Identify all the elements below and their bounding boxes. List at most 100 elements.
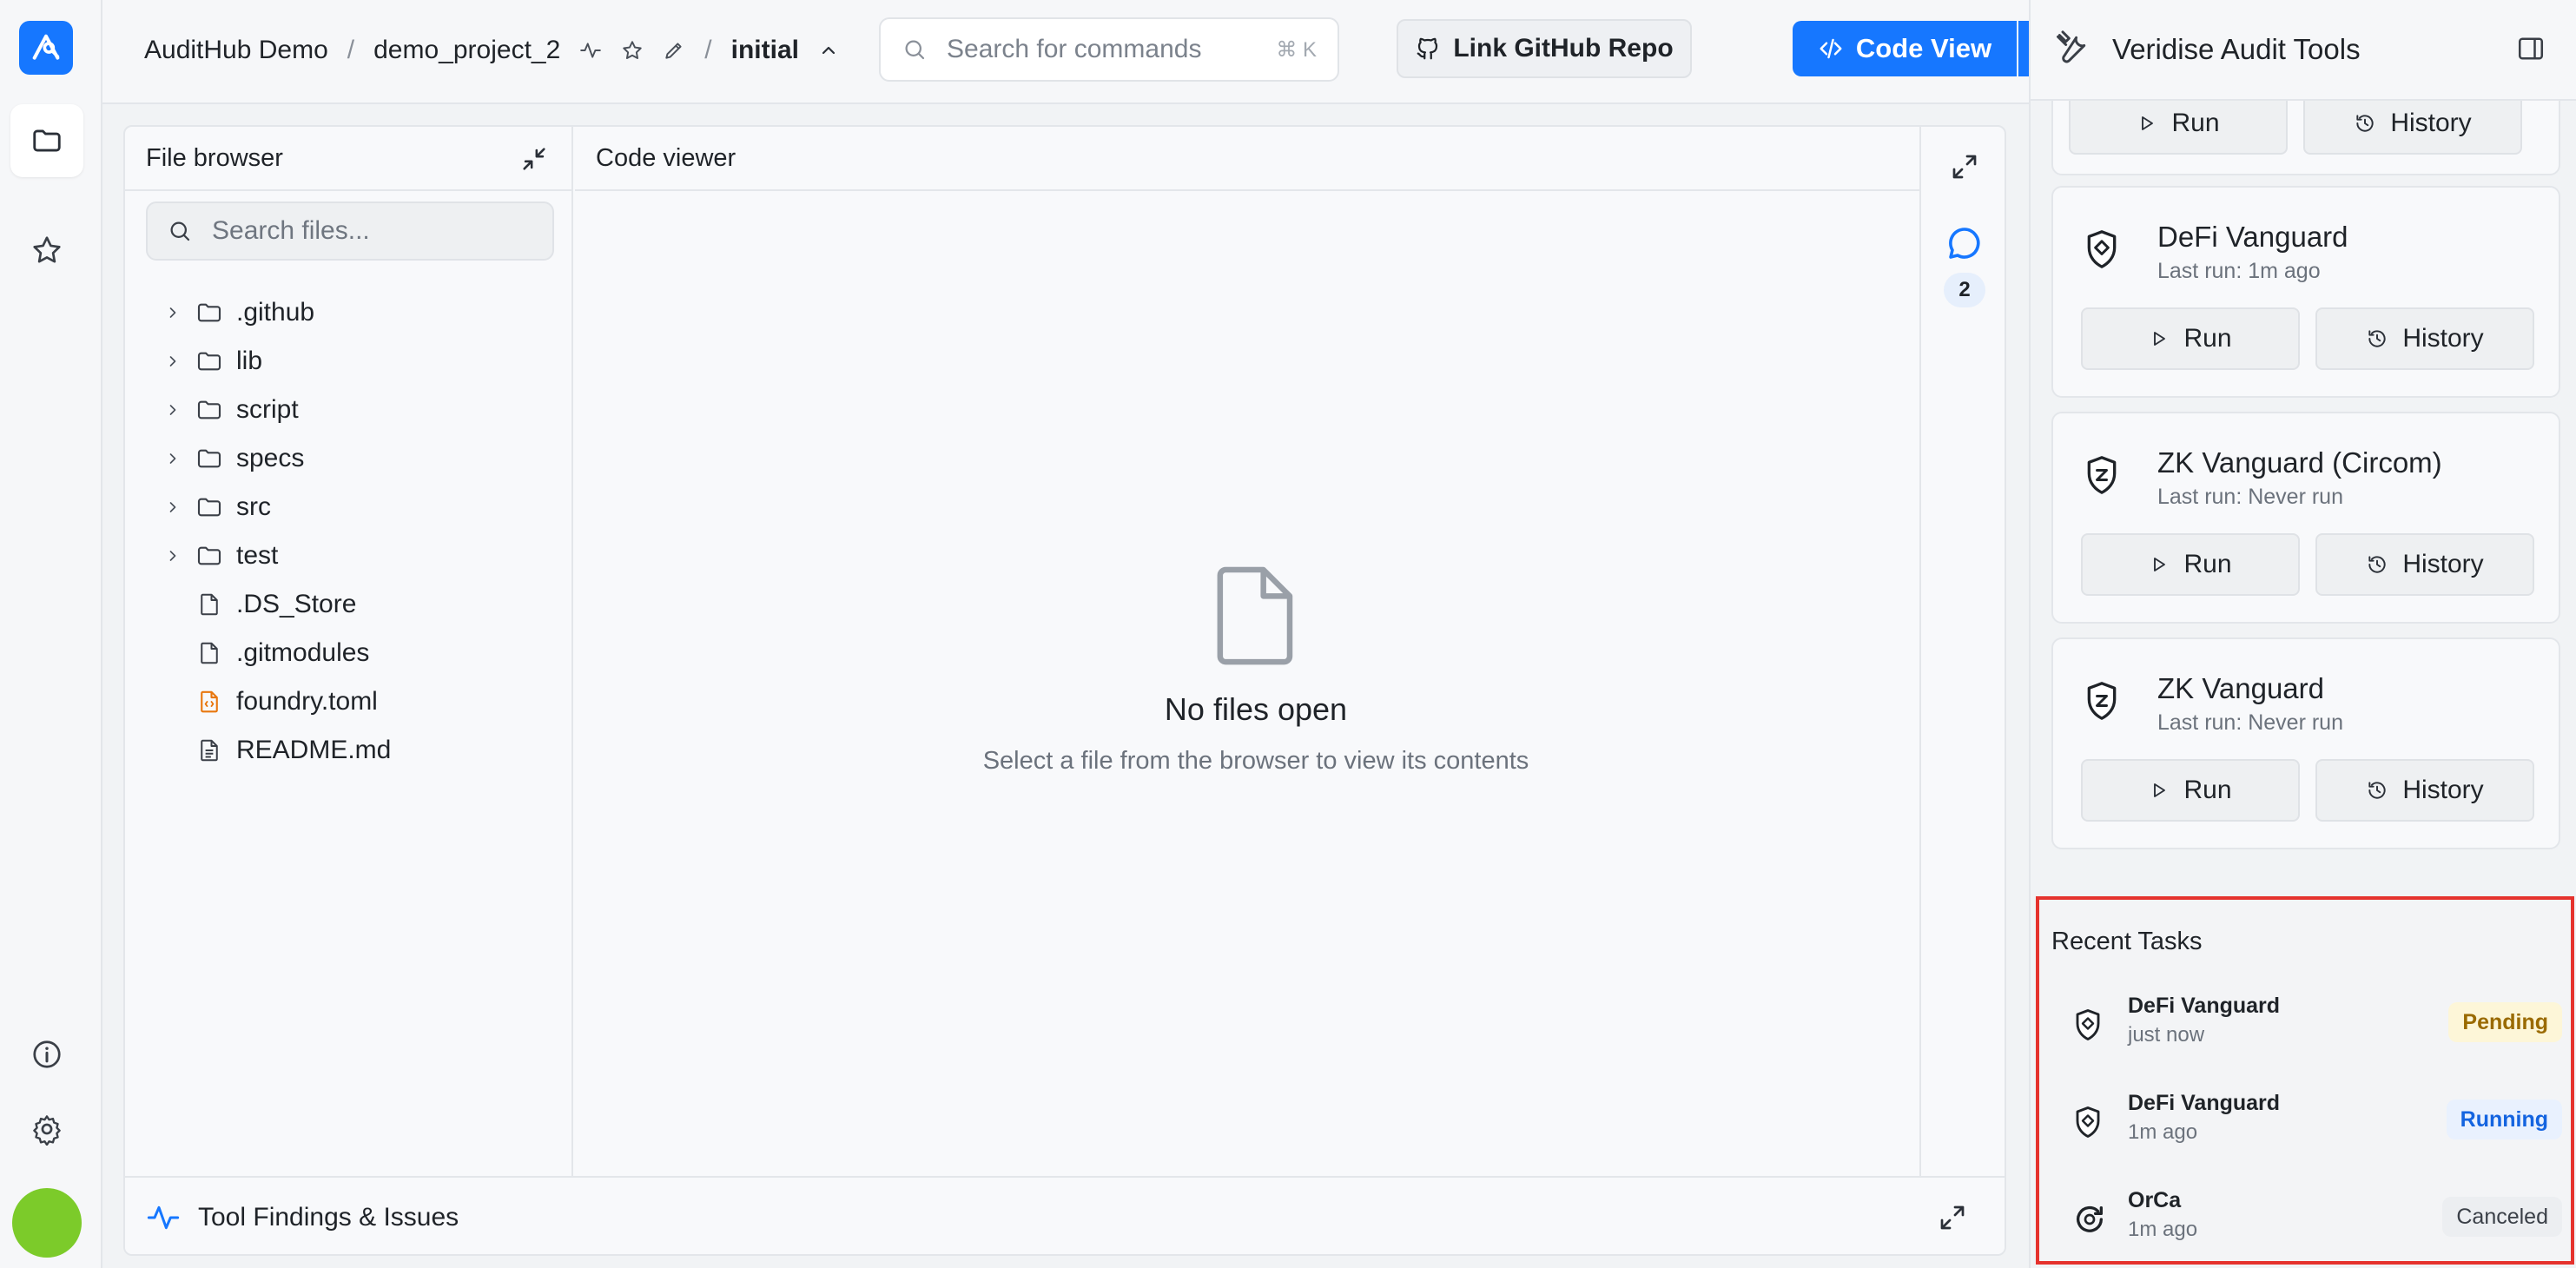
breadcrumb-org[interactable]: AuditHub Demo [144, 36, 328, 65]
chevron-right-icon[interactable] [160, 499, 186, 516]
chevron-right-icon[interactable] [160, 401, 186, 419]
task-time: just now [2128, 1023, 2205, 1047]
tree-item-folder[interactable]: lib [125, 337, 573, 386]
chevron-up-icon[interactable] [818, 40, 839, 61]
history-icon [2356, 115, 2374, 132]
history-icon [2368, 556, 2386, 573]
tree-item-file[interactable]: foundry.toml [125, 677, 573, 726]
run-label: Run [2171, 109, 2220, 137]
run-button[interactable]: Run [2081, 307, 2300, 370]
tree-item-folder[interactable]: test [125, 532, 573, 580]
tool-name: DeFi Vanguard [2157, 221, 2348, 253]
shield-icon [2083, 679, 2121, 723]
breadcrumb-separator: / [347, 36, 355, 64]
tool-card-zk-vanguard-circom: ZK Vanguard (Circom) Last run: Never run… [2051, 412, 2560, 624]
history-label: History [2402, 324, 2484, 353]
star-icon[interactable] [621, 39, 644, 62]
folder-icon [195, 445, 224, 472]
search-icon [905, 40, 925, 60]
code-viewer-title: Code viewer [596, 143, 736, 172]
tree-item-folder[interactable]: specs [125, 434, 573, 483]
link-github-button[interactable]: Link GitHub Repo [1397, 19, 1692, 78]
user-avatar[interactable] [12, 1188, 82, 1258]
tools-icon [2053, 30, 2091, 69]
play-icon [2154, 332, 2166, 346]
tree-item-file[interactable]: .gitmodules [125, 629, 573, 677]
history-button[interactable]: History [2315, 533, 2534, 596]
expand-icon[interactable] [1949, 151, 1980, 182]
tree-item-file[interactable]: README.md [125, 726, 573, 775]
run-button[interactable]: Run [2081, 759, 2300, 822]
nav-files-button[interactable] [10, 104, 83, 177]
nav-settings-button[interactable] [10, 1093, 83, 1166]
search-icon [170, 221, 190, 241]
breadcrumb: AuditHub Demo / demo_project_2 / initial [144, 30, 839, 71]
task-item[interactable]: OrCa 1m ago Canceled [2051, 1169, 2566, 1266]
config-file-icon [195, 689, 224, 715]
run-button[interactable]: Run [2081, 533, 2300, 596]
folder-icon [195, 542, 224, 570]
expand-icon[interactable] [1937, 1202, 1968, 1233]
task-name: DeFi Vanguard [2128, 994, 2281, 1018]
code-view-button[interactable]: Code View [1793, 21, 2017, 76]
workspace: File browser Search files... .github lib… [123, 125, 2006, 1256]
tool-last-run: Last run: 1m ago [2157, 259, 2321, 283]
link-github-label: Link GitHub Repo [1453, 34, 1674, 63]
history-button[interactable]: History [2303, 92, 2522, 155]
file-search-placeholder: Search files... [212, 216, 370, 245]
run-label: Run [2183, 550, 2232, 578]
activity-icon[interactable] [579, 39, 602, 62]
chevron-right-icon[interactable] [160, 547, 186, 565]
chevron-right-icon[interactable] [160, 450, 186, 467]
gear-icon [33, 1115, 61, 1146]
history-button[interactable]: History [2315, 307, 2534, 370]
shortcut-hint: ⌘ K [1276, 37, 1317, 62]
breadcrumb-version[interactable]: initial [731, 36, 799, 65]
findings-bar[interactable]: Tool Findings & Issues [125, 1176, 2005, 1254]
file-browser-title: File browser [146, 143, 283, 172]
edit-pencil-icon[interactable] [663, 39, 685, 62]
task-item[interactable]: DeFi Vanguard just now Pending [2051, 974, 2566, 1072]
shield-icon [2083, 453, 2121, 497]
comment-icon[interactable] [1944, 222, 1985, 264]
chevron-right-icon[interactable] [160, 353, 186, 370]
nav-favorites-button[interactable] [10, 214, 83, 287]
folder-icon [33, 129, 61, 152]
tree-item-file[interactable]: .DS_Store [125, 580, 573, 629]
tree-item-folder[interactable]: script [125, 386, 573, 434]
history-button[interactable]: History [2315, 759, 2534, 822]
tree-item-label: .gitmodules [236, 638, 370, 667]
collapse-icon[interactable] [519, 144, 549, 174]
app-logo[interactable] [19, 21, 73, 75]
github-icon [1417, 37, 1438, 60]
file-icon [195, 591, 224, 617]
tree-item-label: .github [236, 298, 315, 327]
code-icon [1820, 38, 1842, 59]
comment-count-badge: 2 [1944, 273, 1985, 307]
file-search-input[interactable]: Search files... [146, 201, 554, 261]
folder-icon [195, 347, 224, 375]
code-viewer-header: Code viewer [575, 127, 1919, 191]
task-item[interactable]: DeFi Vanguard 1m ago Running [2051, 1072, 2566, 1169]
tree-item-folder[interactable]: .github [125, 288, 573, 337]
sidebar-toggle-icon[interactable] [2515, 33, 2546, 64]
tree-item-folder[interactable]: src [125, 483, 573, 532]
run-button[interactable]: Run [2069, 92, 2288, 155]
command-search[interactable]: Search for commands ⌘ K [879, 17, 1339, 82]
logo-icon [32, 34, 60, 60]
tree-item-label: foundry.toml [236, 687, 378, 716]
tool-card-zk-vanguard: ZK Vanguard Last run: Never run Run Hist… [2051, 637, 2560, 849]
tree-item-label: script [236, 395, 299, 424]
nav-info-button[interactable] [10, 1018, 83, 1091]
chevron-right-icon[interactable] [160, 304, 186, 321]
recent-tasks-title: Recent Tasks [2051, 928, 2203, 955]
star-icon [33, 236, 61, 263]
status-badge-canceled: Canceled [2442, 1197, 2562, 1237]
shield-icon [2072, 1105, 2104, 1139]
top-bar: AuditHub Demo / demo_project_2 / initial… [102, 0, 2088, 104]
tool-card-defi-vanguard: DeFi Vanguard Last run: 1m ago Run Histo… [2051, 186, 2560, 398]
tree-item-label: lib [236, 347, 263, 375]
task-time: 1m ago [2128, 1218, 2198, 1241]
folder-icon [195, 396, 224, 424]
breadcrumb-project[interactable]: demo_project_2 [373, 36, 560, 65]
